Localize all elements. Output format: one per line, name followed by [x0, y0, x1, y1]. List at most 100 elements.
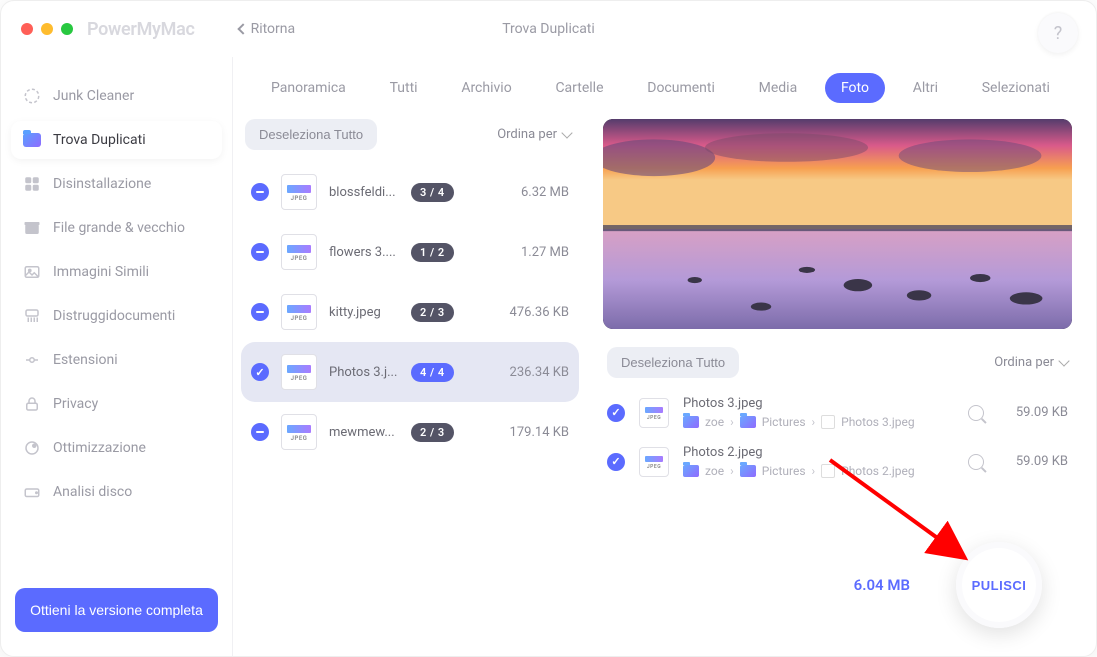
deselect-all-button[interactable]: Deseleziona Tutto — [245, 119, 377, 150]
window-controls[interactable] — [21, 23, 73, 35]
tab-foto[interactable]: Foto — [825, 73, 885, 103]
file-size: 1.27 MB — [495, 245, 569, 260]
tab-media[interactable]: Media — [743, 73, 814, 103]
jpeg-thumb-icon: JPEG — [639, 398, 669, 428]
disk-icon — [23, 483, 41, 501]
file-size: 6.32 MB — [495, 185, 569, 200]
clean-button[interactable]: PULISCI — [956, 542, 1042, 628]
jpeg-thumb-icon: JPEG — [281, 354, 317, 390]
close-traffic[interactable] — [21, 23, 33, 35]
loader-icon — [23, 87, 41, 105]
tab-selezionati[interactable]: Selezionati — [966, 73, 1066, 103]
checkbox[interactable] — [251, 243, 269, 261]
dup-deselect-all-button[interactable]: Deseleziona Tutto — [607, 347, 739, 378]
minimize-traffic[interactable] — [41, 23, 53, 35]
checkbox[interactable] — [251, 183, 269, 201]
sidebar-item-label: Estensioni — [53, 352, 118, 368]
folder-icon — [740, 416, 756, 428]
sidebar-item-shredder[interactable]: Distruggidocumenti — [11, 297, 222, 335]
sidebar-item-disk-analysis[interactable]: Analisi disco — [11, 473, 222, 511]
checkbox[interactable] — [607, 453, 625, 471]
sidebar-item-uninstall[interactable]: Disinstallazione — [11, 165, 222, 203]
file-name: mewmew... — [329, 425, 399, 440]
duplicate-row[interactable]: JPEG Photos 3.jpeg zoe › Pictures › — [603, 388, 1072, 437]
duplicate-row[interactable]: JPEG Photos 2.jpeg zoe › Pictures › — [603, 437, 1072, 486]
duplicate-list: JPEG Photos 3.jpeg zoe › Pictures › — [603, 388, 1072, 534]
zoom-traffic[interactable] — [61, 23, 73, 35]
sidebar-item-junk-cleaner[interactable]: Junk Cleaner — [11, 77, 222, 115]
file-name: Photos 3.j... — [329, 365, 399, 380]
file-size: 179.14 KB — [495, 425, 569, 440]
dup-file-size: 59.09 KB — [998, 454, 1068, 469]
apps-icon — [23, 175, 41, 193]
help-button[interactable]: ? — [1038, 13, 1078, 53]
lock-icon — [23, 395, 41, 413]
checkbox[interactable] — [251, 363, 269, 381]
shredder-icon — [23, 307, 41, 325]
jpeg-thumb-icon: JPEG — [281, 294, 317, 330]
sidebar-item-label: Analisi disco — [53, 484, 132, 500]
dup-file-path: zoe › Pictures › Photos 3.jpeg — [683, 415, 954, 429]
tab-altri[interactable]: Altri — [897, 73, 954, 103]
plug-icon — [23, 351, 41, 369]
sidebar-item-find-duplicates[interactable]: Trova Duplicati — [11, 121, 222, 159]
total-selection-size: 6.04 MB — [854, 576, 910, 594]
chevron-left-icon — [237, 23, 248, 34]
sidebar-item-label: Distruggidocumenti — [53, 308, 175, 324]
sidebar-item-label: Junk Cleaner — [53, 88, 134, 104]
upgrade-button[interactable]: Ottieni la versione completa — [15, 588, 218, 632]
page-title: Trova Duplicati — [502, 21, 595, 37]
sidebar-item-similar-images[interactable]: Immagini Simili — [11, 253, 222, 291]
file-icon — [821, 464, 835, 478]
count-badge: 3 / 4 — [411, 183, 454, 202]
file-row[interactable]: JPEG flowers 3.... 1 / 2 1.27 MB — [241, 222, 579, 282]
file-row[interactable]: JPEG kitty.jpeg 2 / 3 476.36 KB — [241, 282, 579, 342]
titlebar: PowerMyMac Ritorna Trova Duplicati ? — [1, 1, 1096, 57]
sidebar-item-large-old[interactable]: File grande & vecchio — [11, 209, 222, 247]
dup-file-name: Photos 3.jpeg — [683, 396, 954, 411]
image-icon — [23, 263, 41, 281]
sort-label: Ordina per — [994, 355, 1054, 370]
back-label: Ritorna — [251, 21, 296, 37]
sidebar-item-optimization[interactable]: Ottimizzazione — [11, 429, 222, 467]
dup-sort-button[interactable]: Ordina per — [994, 355, 1068, 370]
file-size: 476.36 KB — [495, 305, 569, 320]
sidebar-item-extensions[interactable]: Estensioni — [11, 341, 222, 379]
folder-icon — [683, 465, 699, 477]
tab-panoramica[interactable]: Panoramica — [255, 73, 362, 103]
tab-archivio[interactable]: Archivio — [445, 73, 527, 103]
file-name: kitty.jpeg — [329, 305, 399, 320]
search-icon[interactable] — [968, 454, 984, 470]
sort-button[interactable]: Ordina per — [497, 127, 571, 142]
file-name: flowers 3.... — [329, 245, 399, 260]
sidebar-item-privacy[interactable]: Privacy — [11, 385, 222, 423]
checkbox[interactable] — [607, 404, 625, 422]
file-name: blossfeldi... — [329, 185, 399, 200]
sidebar-item-label: File grande & vecchio — [53, 220, 185, 236]
search-icon[interactable] — [968, 405, 984, 421]
jpeg-thumb-icon: JPEG — [281, 414, 317, 450]
tab-tutti[interactable]: Tutti — [374, 73, 434, 103]
sidebar-item-label: Trova Duplicati — [53, 132, 146, 148]
app-logo: PowerMyMac — [87, 19, 195, 40]
dup-file-size: 59.09 KB — [998, 405, 1068, 420]
sidebar-item-label: Ottimizzazione — [53, 440, 146, 456]
file-row[interactable]: JPEG Photos 3.j... 4 / 4 236.34 KB — [241, 342, 579, 402]
checkbox[interactable] — [251, 303, 269, 321]
file-icon — [821, 415, 835, 429]
jpeg-thumb-icon: JPEG — [639, 447, 669, 477]
sidebar-item-label: Disinstallazione — [53, 176, 151, 192]
tab-cartelle[interactable]: Cartelle — [539, 73, 619, 103]
folder-icon — [740, 465, 756, 477]
jpeg-thumb-icon: JPEG — [281, 234, 317, 270]
box-icon — [23, 219, 41, 237]
sidebar: Junk Cleaner Trova Duplicati Disinstalla… — [1, 57, 233, 656]
folder-icon — [23, 131, 41, 149]
tab-documenti[interactable]: Documenti — [631, 73, 731, 103]
chevron-down-icon — [1058, 355, 1069, 366]
file-row[interactable]: JPEG mewmew... 2 / 3 179.14 KB — [241, 402, 579, 462]
image-preview — [603, 119, 1072, 329]
back-button[interactable]: Ritorna — [239, 21, 296, 37]
file-row[interactable]: JPEG blossfeldi... 3 / 4 6.32 MB — [241, 162, 579, 222]
checkbox[interactable] — [251, 423, 269, 441]
